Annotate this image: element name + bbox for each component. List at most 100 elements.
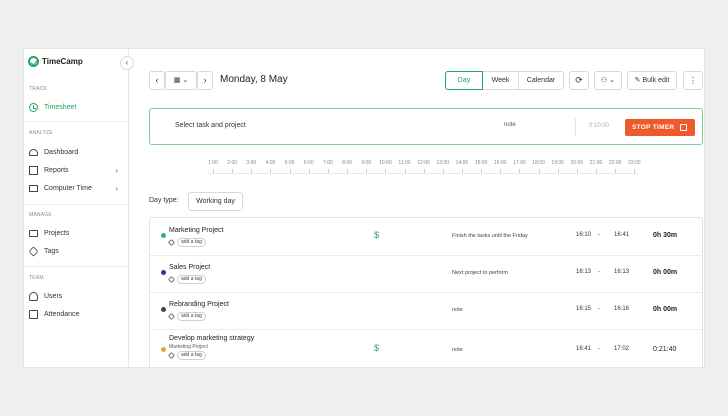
sidebar-item-attendance[interactable]: Attendance bbox=[29, 307, 122, 321]
add-tag-button[interactable]: add a tag bbox=[177, 312, 206, 321]
time-entry-row[interactable]: Marketing Project add a tag $ Finish the… bbox=[150, 218, 702, 256]
entry-tags: add a tag bbox=[167, 351, 206, 360]
hour-axis-line bbox=[208, 173, 638, 174]
dashboard-icon bbox=[29, 148, 38, 156]
app-logo[interactable]: TimeCamp bbox=[28, 56, 83, 67]
entry-end-time[interactable]: 16:13 bbox=[614, 269, 629, 275]
section-label-analyze: ANALYZE bbox=[29, 130, 53, 136]
entry-project-name[interactable]: Rebranding Project bbox=[169, 301, 229, 308]
add-tag-button[interactable]: add a tag bbox=[177, 275, 206, 284]
hour-label: 7:00 bbox=[323, 160, 333, 166]
hour-label: 21:00 bbox=[589, 160, 603, 166]
project-color-dot bbox=[161, 307, 166, 312]
attendance-icon bbox=[29, 309, 38, 319]
entry-project-name[interactable]: Sales Project bbox=[169, 264, 210, 271]
sidebar-divider bbox=[24, 121, 128, 122]
main-content: ‹ ▦ ⌄ › Monday, 8 May Day Week Calendar … bbox=[128, 49, 704, 367]
sidebar-item-label: Dashboard bbox=[44, 148, 79, 156]
entry-note[interactable]: note bbox=[452, 307, 463, 313]
sidebar-item-dashboard[interactable]: Dashboard bbox=[29, 145, 122, 159]
entry-tags: add a tag bbox=[167, 312, 206, 321]
sidebar-item-tags[interactable]: Tags bbox=[28, 244, 122, 258]
tag-icon bbox=[167, 238, 176, 247]
bulk-edit-label: Bulk edit bbox=[642, 77, 670, 84]
project-color-dot bbox=[161, 233, 166, 238]
more-options-button[interactable]: ⋮ bbox=[683, 71, 703, 90]
entry-start-time[interactable]: 16:15 bbox=[576, 306, 591, 312]
view-day-tab[interactable]: Day bbox=[445, 71, 483, 90]
hour-label: 13:00 bbox=[436, 160, 450, 166]
sidebar: TimeCamp TRACK Timesheet ANALYZE Dashboa… bbox=[24, 49, 129, 367]
hour-label: 11:00 bbox=[398, 160, 411, 166]
sidebar-item-users[interactable]: Users bbox=[29, 289, 122, 303]
users-icon bbox=[29, 291, 38, 301]
view-calendar-tab[interactable]: Calendar bbox=[518, 71, 564, 90]
user-select-button[interactable]: ⚇ ⌄ bbox=[594, 71, 622, 90]
hour-label: 8:00 bbox=[342, 160, 352, 166]
entry-duration[interactable]: 0h 00m bbox=[653, 269, 677, 276]
time-entry-row[interactable]: Rebranding Project add a tag note 16:15 … bbox=[150, 292, 702, 330]
entry-end-time[interactable]: 16:41 bbox=[614, 232, 629, 238]
entry-note[interactable]: Finish the tasks until the Friday bbox=[452, 233, 528, 239]
entry-parent-project: Marketing Project bbox=[169, 344, 208, 350]
tag-icon bbox=[167, 312, 176, 321]
time-entry-row[interactable]: Develop marketing strategy Marketing Pro… bbox=[150, 329, 702, 367]
sidebar-item-projects[interactable]: Projects bbox=[29, 226, 122, 240]
view-week-tab[interactable]: Week bbox=[482, 71, 519, 90]
entry-end-time[interactable]: 17:02 bbox=[614, 346, 629, 352]
sidebar-item-reports[interactable]: Reports › bbox=[29, 163, 122, 177]
hour-label: 3:00 bbox=[246, 160, 257, 166]
hour-label: 23:00 bbox=[628, 160, 641, 166]
sidebar-item-timesheet[interactable]: Timesheet bbox=[29, 100, 122, 114]
hour-label: 12:00 bbox=[417, 160, 430, 166]
timer-bar: Select task and project note 0:10:00 STO… bbox=[149, 108, 703, 145]
date-picker-button[interactable]: ▦ ⌄ bbox=[165, 71, 197, 90]
billable-icon[interactable]: $ bbox=[374, 230, 379, 240]
time-separator: - bbox=[598, 232, 600, 238]
chevron-down-icon: ⌄ bbox=[182, 77, 189, 84]
entry-duration[interactable]: 0:21:40 bbox=[653, 346, 676, 353]
sidebar-item-computer-time[interactable]: Computer Time › bbox=[29, 181, 122, 195]
add-tag-button[interactable]: add a tag bbox=[177, 238, 206, 247]
billable-icon[interactable]: $ bbox=[374, 343, 379, 353]
user-icon: ⚇ bbox=[600, 77, 608, 84]
entry-tags: add a tag bbox=[167, 275, 206, 284]
previous-day-button[interactable]: ‹ bbox=[149, 71, 165, 90]
section-label-team: TEAM bbox=[29, 275, 44, 281]
hour-label: 15:00 bbox=[474, 160, 488, 166]
entry-start-time[interactable]: 16:41 bbox=[576, 346, 591, 352]
bulk-edit-button[interactable]: ✎ Bulk edit bbox=[627, 71, 677, 90]
chevron-right-icon: › bbox=[115, 183, 118, 193]
chevron-right-icon: › bbox=[115, 165, 118, 175]
edit-icon: ✎ bbox=[634, 77, 641, 84]
timer-note-input[interactable]: note bbox=[504, 122, 516, 128]
sidebar-item-label: Reports bbox=[44, 166, 69, 174]
entry-duration[interactable]: 0h 30m bbox=[653, 232, 677, 239]
entry-duration[interactable]: 0h 00m bbox=[653, 306, 677, 313]
entry-tags: add a tag bbox=[167, 238, 206, 247]
stop-timer-button[interactable]: STOP TIMER bbox=[625, 119, 695, 136]
entry-project-name[interactable]: Marketing Project bbox=[169, 227, 223, 234]
app-name: TimeCamp bbox=[42, 57, 83, 66]
chevron-down-icon: ⌄ bbox=[609, 77, 616, 84]
add-tag-button[interactable]: add a tag bbox=[177, 351, 206, 360]
entry-end-time[interactable]: 16:16 bbox=[614, 306, 629, 312]
day-type-select[interactable]: Working day bbox=[188, 192, 243, 211]
sidebar-divider bbox=[24, 266, 128, 267]
entry-start-time[interactable]: 16:13 bbox=[576, 269, 591, 275]
entry-note[interactable]: note bbox=[452, 347, 463, 353]
sidebar-item-label: Tags bbox=[44, 247, 59, 255]
time-separator: - bbox=[598, 346, 600, 352]
timecamp-logo-icon bbox=[28, 56, 39, 67]
app-window: TimeCamp TRACK Timesheet ANALYZE Dashboa… bbox=[24, 49, 704, 367]
task-select[interactable]: Select task and project bbox=[175, 122, 246, 129]
next-day-button[interactable]: › bbox=[197, 71, 213, 90]
time-entry-row[interactable]: Sales Project add a tag Next project to … bbox=[150, 255, 702, 293]
hour-label: 19:00 bbox=[551, 160, 564, 166]
sidebar-item-label: Users bbox=[44, 292, 63, 300]
sync-button[interactable]: ⟳ bbox=[569, 71, 589, 90]
entry-note[interactable]: Next project to perform bbox=[452, 270, 508, 276]
entry-task-name[interactable]: Develop marketing strategy bbox=[169, 335, 254, 342]
entry-start-time[interactable]: 16:10 bbox=[576, 232, 591, 238]
sidebar-divider bbox=[24, 204, 128, 205]
